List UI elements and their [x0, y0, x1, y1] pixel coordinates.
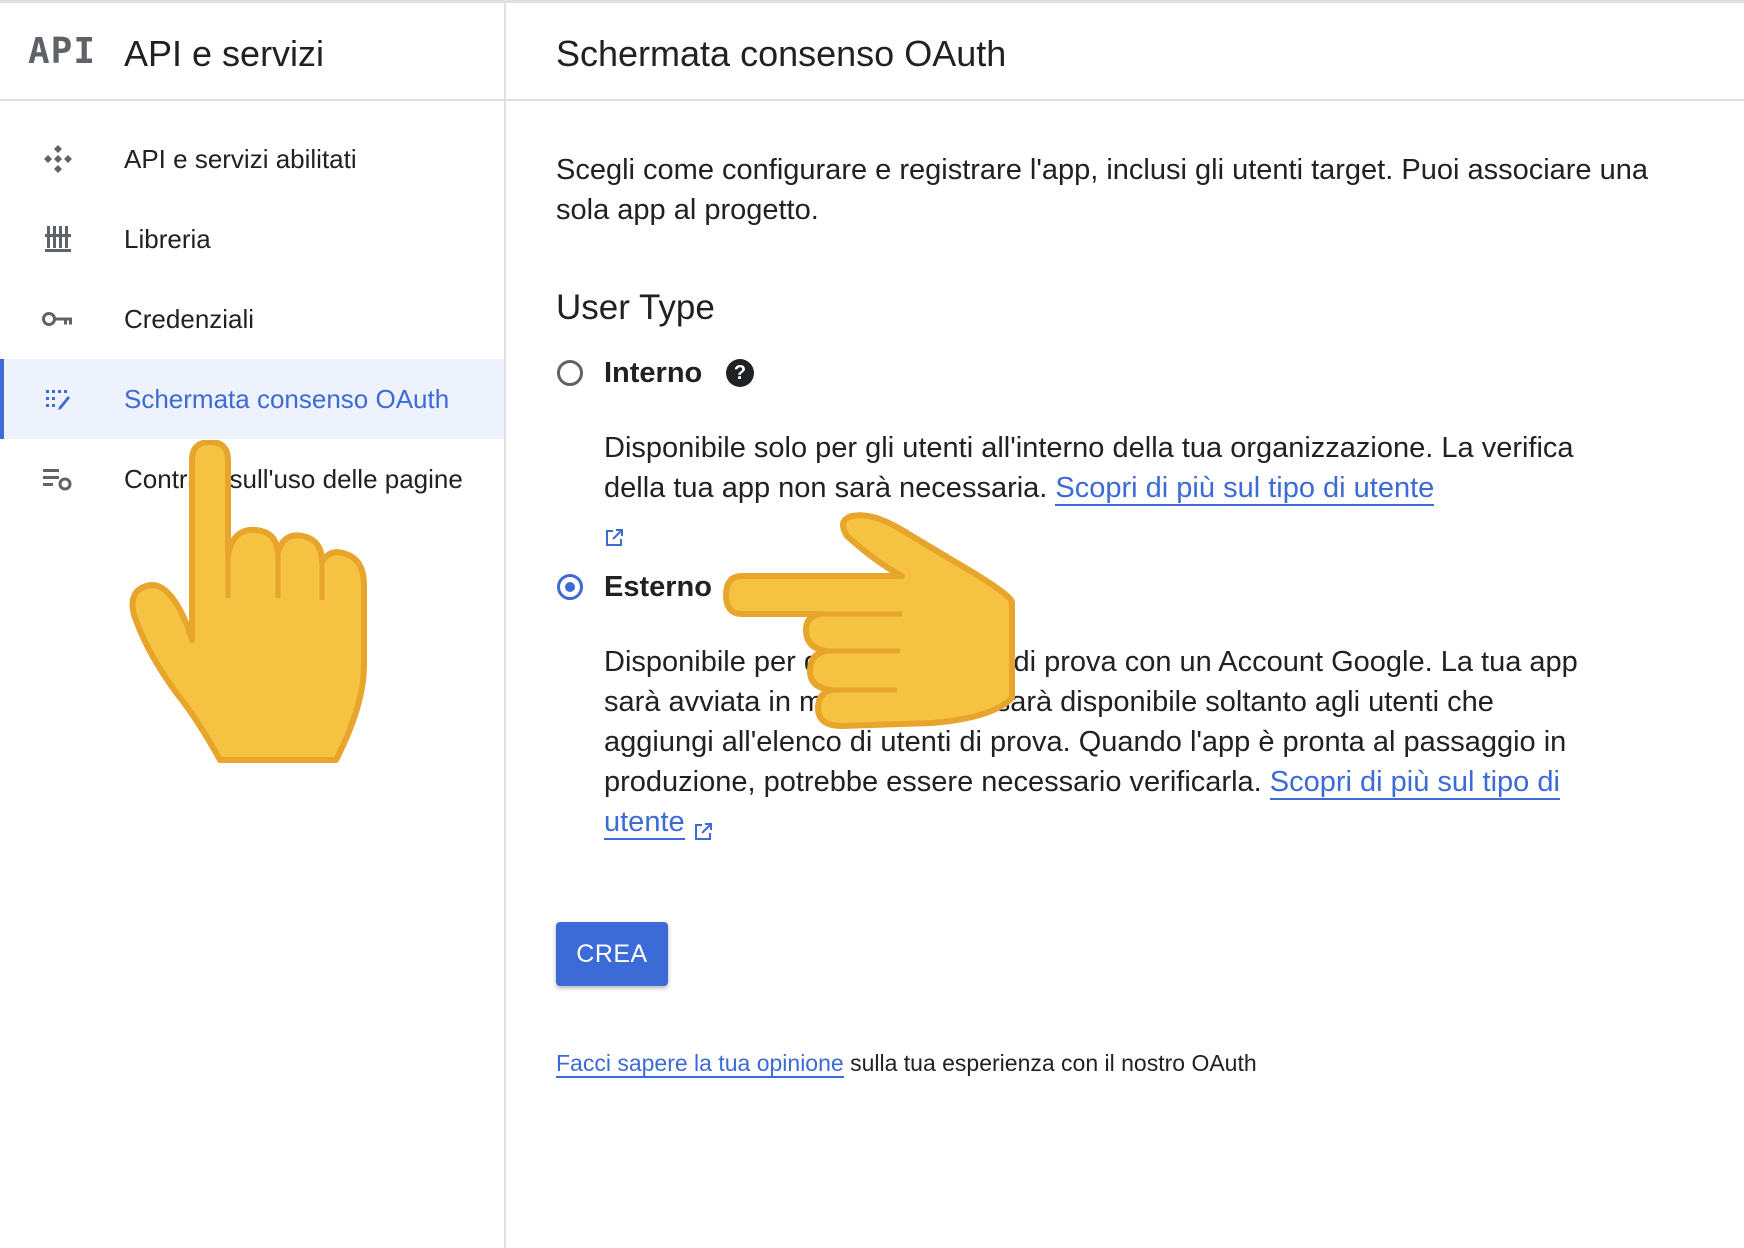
- api-logo: API: [28, 31, 97, 72]
- help-icon[interactable]: ?: [726, 359, 754, 387]
- sidebar-title: API e servizi: [124, 33, 325, 74]
- option-external-label[interactable]: Esterno: [604, 571, 712, 604]
- user-type-heading: User Type: [556, 288, 715, 327]
- main-header: Schermata consenso OAuth: [506, 3, 1744, 101]
- page-title: Schermata consenso OAuth: [556, 33, 1007, 74]
- api-diamond-icon: [42, 145, 74, 173]
- sidebar-item-label: API e servizi abilitati: [124, 143, 357, 174]
- sidebar-item-label: Contratti sull'uso delle pagine: [124, 463, 463, 494]
- key-icon: [42, 305, 74, 333]
- page-usage-icon: [42, 465, 74, 493]
- feedback-line: Facci sapere la tua opinione sulla tua e…: [556, 1050, 1257, 1078]
- internal-learn-more-link[interactable]: Scopri di più sul tipo di utente: [1055, 472, 1435, 506]
- external-link-icon: [604, 519, 624, 547]
- intro-text: Scegli come configurare e registrare l'a…: [556, 154, 1649, 226]
- sidebar-item-label: Schermata consenso OAuth: [124, 383, 450, 414]
- feedback-text: sulla tua esperienza con il nostro OAuth: [843, 1050, 1257, 1076]
- feedback-link[interactable]: Facci sapere la tua opinione: [556, 1050, 844, 1078]
- radio-internal[interactable]: [557, 360, 583, 386]
- option-internal-label[interactable]: Interno: [604, 357, 702, 390]
- radio-external[interactable]: [557, 574, 583, 600]
- sidebar-item-label: Credenziali: [124, 303, 255, 334]
- sidebar-item-enabled-apis[interactable]: API e servizi abilitati: [0, 119, 504, 199]
- internal-description: Disponibile solo per gli utenti all'inte…: [604, 428, 1604, 548]
- sidebar-item-oauth-consent[interactable]: Schermata consenso OAuth: [0, 359, 504, 439]
- sidebar-item-credentials[interactable]: Credenziali: [0, 279, 504, 359]
- create-button[interactable]: CREA: [556, 922, 668, 986]
- sidebar-header: API API e servizi: [0, 3, 504, 101]
- external-link-icon: [693, 813, 713, 841]
- sidebar-nav: API e servizi abilitati Libreria Credenz…: [0, 119, 504, 519]
- sidebar: API API e servizi API e servizi abilitat…: [0, 0, 506, 1248]
- sidebar-item-label: Libreria: [124, 223, 211, 254]
- external-description: Disponibile per qualsiasi utente di prov…: [604, 642, 1604, 842]
- library-icon: [42, 225, 74, 253]
- sidebar-item-library[interactable]: Libreria: [0, 199, 504, 279]
- oauth-consent-icon: [42, 385, 74, 413]
- sidebar-item-page-usage[interactable]: Contratti sull'uso delle pagine: [0, 439, 504, 519]
